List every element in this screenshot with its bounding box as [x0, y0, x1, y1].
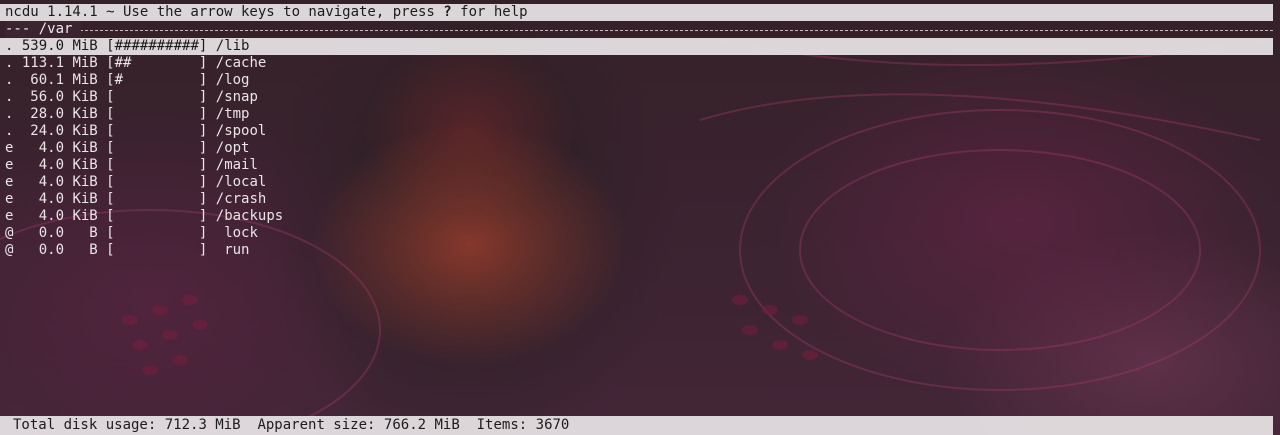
item-usage-bar: [# ]	[106, 72, 208, 88]
item-usage-bar: [## ]	[106, 55, 208, 71]
item-usage-bar: [ ]	[106, 191, 208, 207]
title-text: ncdu 1.14.1 ~ Use the arrow keys to navi…	[5, 4, 444, 20]
item-size: 113.1 MiB	[21, 55, 98, 71]
total-disk-usage-label: Total disk usage:	[13, 417, 157, 433]
item-usage-bar: [ ]	[106, 225, 208, 241]
item-name: /snap	[215, 89, 258, 105]
item-usage-bar: [ ]	[106, 140, 208, 156]
item-usage-bar: [ ]	[106, 123, 208, 139]
item-size: 4.0 KiB	[21, 208, 98, 224]
list-item[interactable]: @ 0.0 B [ ] lock	[0, 225, 1273, 242]
item-name: /lib	[215, 38, 250, 54]
item-name: /spool	[215, 123, 267, 139]
item-name: /log	[215, 72, 250, 88]
item-name: /tmp	[215, 106, 250, 122]
item-size: 60.1 MiB	[21, 72, 98, 88]
items-label: Items:	[476, 417, 528, 433]
item-size: 539.0 MiB	[21, 38, 98, 54]
list-item[interactable]: . 28.0 KiB [ ] /tmp	[0, 106, 1273, 123]
item-size: 4.0 KiB	[21, 140, 98, 156]
title-bar: ncdu 1.14.1 ~ Use the arrow keys to navi…	[0, 4, 1273, 21]
title-suffix: for help	[451, 4, 528, 20]
current-path-label: --- /var	[5, 21, 81, 37]
path-divider	[5, 22, 1273, 31]
items-value: 3670	[535, 417, 570, 433]
item-usage-bar: [ ]	[106, 208, 208, 224]
list-item[interactable]: . 60.1 MiB [# ] /log	[0, 72, 1273, 89]
item-usage-bar: [ ]	[106, 242, 208, 258]
item-name: run	[215, 242, 250, 258]
list-item[interactable]: e 4.0 KiB [ ] /backups	[0, 208, 1273, 225]
list-item[interactable]: e 4.0 KiB [ ] /crash	[0, 191, 1273, 208]
item-name: /local	[215, 174, 267, 190]
total-disk-usage-value: 712.3 MiB	[164, 417, 241, 433]
list-item[interactable]: e 4.0 KiB [ ] /opt	[0, 140, 1273, 157]
list-item[interactable]: e 4.0 KiB [ ] /local	[0, 174, 1273, 191]
item-usage-bar: [ ]	[106, 174, 208, 190]
item-name: /crash	[215, 191, 267, 207]
list-item[interactable]: @ 0.0 B [ ] run	[0, 242, 1273, 259]
item-size: 0.0 B	[21, 225, 98, 241]
apparent-size-label: Apparent size:	[257, 417, 376, 433]
item-usage-bar: [##########]	[106, 38, 208, 54]
item-size: 28.0 KiB	[21, 106, 98, 122]
help-key-hint: ?	[443, 4, 452, 20]
item-size: 24.0 KiB	[21, 123, 98, 139]
item-size: 4.0 KiB	[21, 191, 98, 207]
apparent-size-value: 766.2 MiB	[383, 417, 460, 433]
item-usage-bar: [ ]	[106, 157, 208, 173]
item-name: lock	[215, 225, 258, 241]
list-item[interactable]: . 539.0 MiB [##########] /lib	[0, 38, 1273, 55]
status-bar: Total disk usage: 712.3 MiB Apparent siz…	[0, 416, 1273, 435]
item-size: 4.0 KiB	[21, 174, 98, 190]
list-item[interactable]: . 24.0 KiB [ ] /spool	[0, 123, 1273, 140]
item-usage-bar: [ ]	[106, 106, 208, 122]
list-item[interactable]: e 4.0 KiB [ ] /mail	[0, 157, 1273, 174]
item-name: /cache	[215, 55, 267, 71]
item-name: /mail	[215, 157, 258, 173]
item-size: 4.0 KiB	[21, 157, 98, 173]
list-item[interactable]: . 56.0 KiB [ ] /snap	[0, 89, 1273, 106]
item-size: 0.0 B	[21, 242, 98, 258]
item-size: 56.0 KiB	[21, 89, 98, 105]
item-name: /backups	[215, 208, 284, 224]
list-item[interactable]: . 113.1 MiB [## ] /cache	[0, 55, 1273, 72]
current-path: --- /var	[5, 21, 81, 38]
item-name: /opt	[215, 140, 250, 156]
terminal-window[interactable]: ncdu 1.14.1 ~ Use the arrow keys to navi…	[0, 0, 1280, 435]
item-usage-bar: [ ]	[106, 89, 208, 105]
